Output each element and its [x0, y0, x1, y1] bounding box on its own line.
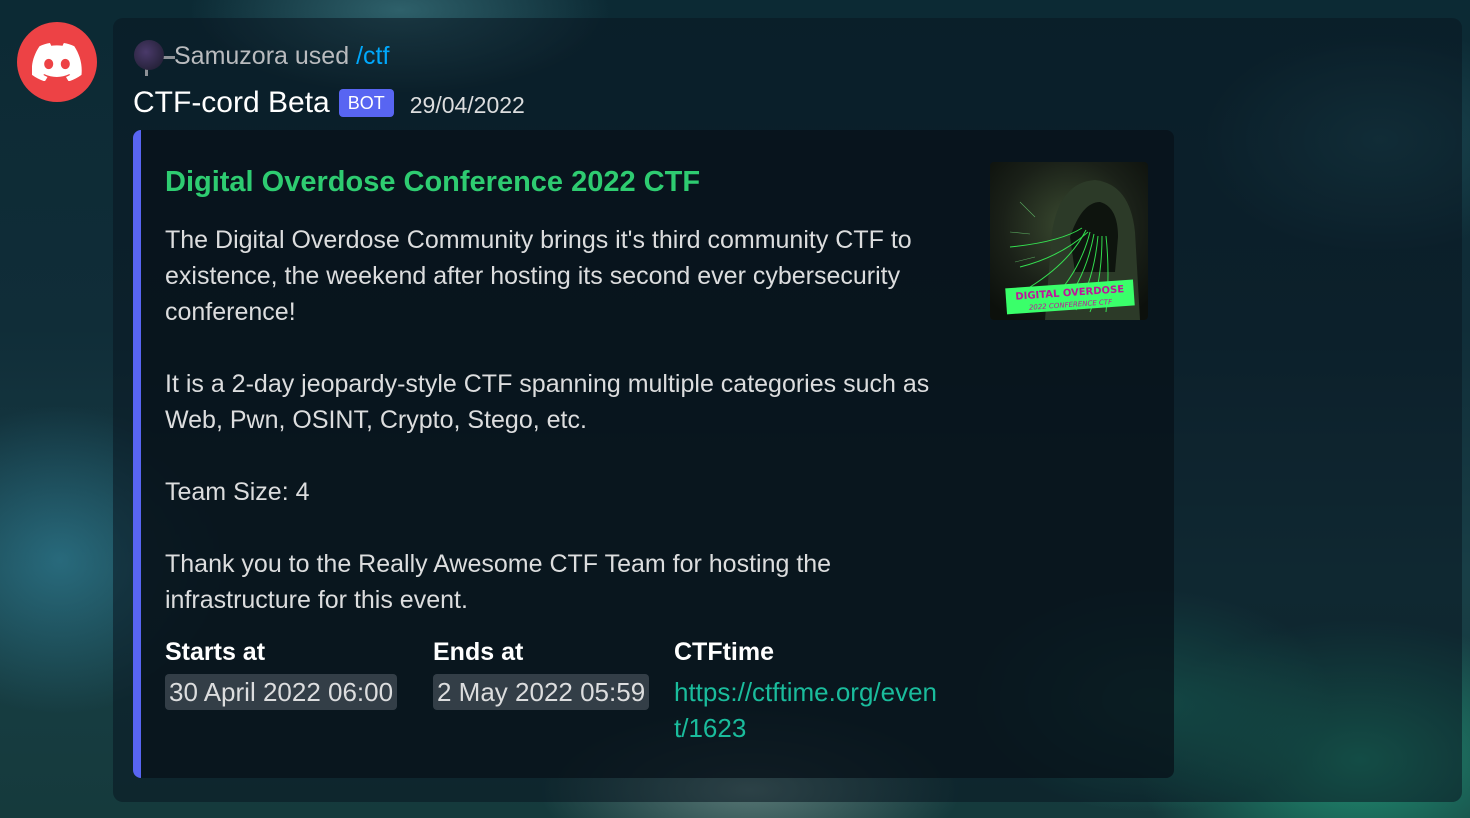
ctftime-link[interactable]: https://ctftime.org/event/1623 — [674, 674, 946, 746]
field-ctftime: CTFtime https://ctftime.org/event/1623 — [674, 636, 946, 746]
description-paragraph: It is a 2-day jeopardy-style CTF spannin… — [165, 370, 930, 434]
end-time-code: 2 May 2022 05:59 — [433, 674, 650, 710]
start-time-code: 30 April 2022 06:00 — [165, 674, 398, 710]
reply-action: used — [294, 42, 350, 70]
embed-description: The Digital Overdose Community brings it… — [165, 222, 945, 654]
digital-overdose-logo: DIGITAL OVERDOSE 2022 CONFERENCE CTF — [990, 162, 1148, 320]
reply-context[interactable]: Samuzora used /ctf — [174, 42, 389, 71]
field-name: Ends at — [433, 638, 524, 666]
description-paragraph: The Digital Overdose Community brings it… — [165, 226, 912, 326]
embed-thumbnail[interactable]: DIGITAL OVERDOSE 2022 CONFERENCE CTF — [990, 162, 1148, 320]
discord-logo-icon — [32, 43, 82, 81]
embed-title[interactable]: Digital Overdose Conference 2022 CTF — [165, 166, 700, 199]
field-value-wrap: 30 April 2022 06:00 — [165, 674, 433, 710]
reply-username[interactable]: Samuzora — [174, 42, 288, 70]
field-value-wrap: 2 May 2022 05:59 — [433, 674, 674, 710]
reply-command[interactable]: /ctf — [356, 42, 389, 70]
message-header: CTF-cord Beta BOT 29/04/2022 — [133, 86, 525, 120]
ctf-embed: Digital Overdose Conference 2022 CTF The… — [133, 130, 1174, 778]
description-paragraph: Thank you to the Really Awesome CTF Team… — [165, 550, 832, 614]
field-name: CTFtime — [674, 638, 774, 666]
field-starts-at: Starts at 30 April 2022 06:00 — [165, 636, 433, 746]
reply-user-avatar[interactable] — [134, 40, 164, 70]
field-ends-at: Ends at 2 May 2022 05:59 — [433, 636, 674, 746]
embed-fields: Starts at 30 April 2022 06:00 Ends at 2 … — [165, 636, 946, 746]
bot-badge: BOT — [338, 89, 394, 117]
description-paragraph: Team Size: 4 — [165, 478, 310, 506]
message-timestamp[interactable]: 29/04/2022 — [410, 92, 525, 119]
field-name: Starts at — [165, 638, 266, 666]
bot-avatar[interactable] — [17, 22, 97, 102]
author-name[interactable]: CTF-cord Beta — [133, 86, 330, 120]
